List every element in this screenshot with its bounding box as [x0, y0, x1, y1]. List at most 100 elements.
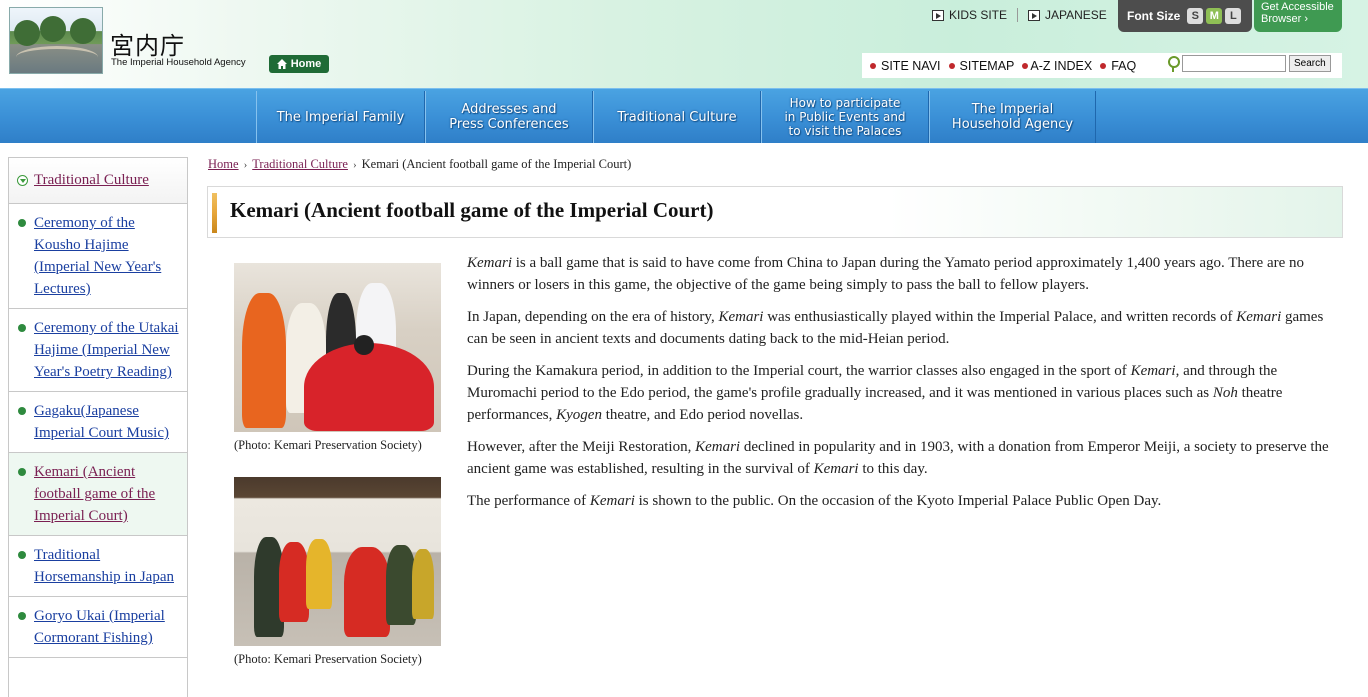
site-navi-link[interactable]: SITE NAVI [870, 59, 941, 73]
main-nav: The Imperial Family Addresses and Press … [0, 88, 1368, 143]
italic-term: Kemari [1130, 363, 1176, 379]
article-body: Kemari is a ball game that is said to ha… [467, 252, 1347, 522]
top-links: KIDS SITE JAPANESE [932, 8, 1107, 22]
italic-term: Kemari [589, 493, 635, 509]
tab-label: The Imperial Household Agency [951, 102, 1074, 132]
home-button[interactable]: Home [269, 55, 329, 73]
logo-photo[interactable] [9, 7, 103, 74]
sidebar-item-link[interactable]: Gagaku(Japanese Imperial Court Music) [34, 403, 169, 441]
italic-term: Kemari [695, 439, 741, 455]
sidebar-heading-link[interactable]: Traditional Culture [34, 172, 149, 189]
font-size-small-button[interactable]: S [1187, 8, 1204, 24]
text-run: is a ball game that is said to have come… [467, 255, 1305, 293]
tab-public-events[interactable]: How to participate in Public Events and … [761, 91, 929, 143]
japanese-link[interactable]: JAPANESE [1028, 8, 1107, 22]
text-run: was enthusiastically played within the I… [763, 309, 1237, 325]
font-size-label: Font Size [1127, 9, 1181, 23]
article-paragraph: In Japan, depending on the era of histor… [467, 306, 1347, 350]
tab-addresses-press[interactable]: Addresses and Press Conferences [425, 91, 593, 143]
italic-term: Kyogen [556, 407, 602, 423]
house-icon [276, 59, 287, 69]
sidebar-item-link[interactable]: Ceremony of the Kousho Hajime (Imperial … [34, 215, 161, 297]
italic-term: Kemari [718, 309, 764, 325]
kids-site-link[interactable]: KIDS SITE [932, 8, 1007, 22]
az-index-label: A-Z INDEX [1030, 58, 1093, 73]
search-input[interactable] [1182, 55, 1286, 72]
kemari-photo-2 [234, 477, 441, 646]
chevron-right-icon: › [243, 158, 248, 171]
text-run: is shown to the public. On the occasion … [634, 493, 1162, 509]
sidebar-item-link[interactable]: Goryo Ukai (Imperial Cormorant Fishing) [34, 608, 165, 646]
japanese-label: JAPANESE [1045, 8, 1107, 22]
bullet-icon [948, 62, 955, 69]
kids-site-label: KIDS SITE [949, 8, 1008, 22]
article-paragraph: During the Kamakura period, in addition … [467, 360, 1347, 426]
text-run: However, after the Meiji Restoration, [467, 439, 696, 455]
tab-label: The Imperial Family [276, 109, 405, 125]
sidebar-heading: Traditional Culture [9, 158, 187, 204]
search-area: Search [1167, 55, 1331, 72]
arrow-box-icon [932, 9, 944, 21]
home-button-label: Home [290, 58, 322, 70]
article-paragraph: The performance of Kemari is shown to th… [467, 490, 1347, 512]
font-size-large-button[interactable]: L [1225, 8, 1242, 24]
arrow-box-icon [1028, 9, 1041, 21]
italic-term: Kemari [467, 255, 512, 271]
bullet-icon [18, 324, 26, 332]
photo-caption-2: (Photo: Kemari Preservation Society) [234, 652, 422, 666]
divider [1017, 8, 1019, 22]
title-accent [212, 193, 217, 233]
search-icon [1167, 55, 1180, 72]
sidebar-item-utakai-hajime: Ceremony of the Utakai Hajime (Imperial … [9, 309, 187, 392]
bullet-icon [18, 219, 26, 227]
tab-label: Addresses and Press Conferences [449, 102, 569, 132]
logo-english[interactable]: The Imperial Household Agency [111, 57, 246, 68]
chevron-down-icon [17, 175, 28, 186]
sidebar-item-horsemanship: Traditional Horsemanship in Japan [9, 536, 187, 597]
sidebar-item-link[interactable]: Ceremony of the Utakai Hajime (Imperial … [34, 320, 179, 380]
font-size-medium-button[interactable]: M [1206, 8, 1223, 24]
tab-household-agency[interactable]: The Imperial Household Agency [929, 91, 1096, 143]
bullet-icon [18, 612, 26, 620]
text-run: During the Kamakura period, in addition … [467, 363, 1131, 379]
sidebar-item-goryo-ukai: Goryo Ukai (Imperial Cormorant Fishing) [9, 597, 187, 658]
faq-label: FAQ [1111, 58, 1137, 73]
page-title-bar: Kemari (Ancient football game of the Imp… [207, 186, 1343, 238]
site-navi-label: SITE NAVI [881, 58, 941, 73]
search-button[interactable]: Search [1289, 55, 1331, 72]
article-paragraph: Kemari is a ball game that is said to ha… [467, 252, 1347, 296]
tab-label: Traditional Culture [617, 109, 737, 125]
bullet-icon [18, 407, 26, 415]
tab-label: How to participate in Public Events and … [784, 96, 906, 138]
text-run: theatre, and Edo period novellas. [601, 407, 804, 423]
az-index-link[interactable]: A-Z INDEX [1022, 59, 1092, 73]
accessible-browser-button[interactable]: Get Accessible Browser › [1254, 0, 1342, 32]
logo-kanji[interactable]: 宮内庁 [110, 26, 185, 61]
italic-term: Noh [1212, 385, 1238, 401]
sidebar-item-link[interactable]: Traditional Horsemanship in Japan [34, 547, 174, 585]
bullet-icon [1022, 62, 1029, 69]
bullet-icon [1100, 62, 1107, 69]
utility-nav: SITE NAVI SITEMAP A-Z INDEX FAQ Search [862, 53, 1342, 78]
text-run: In Japan, depending on the era of histor… [467, 309, 719, 325]
faq-link[interactable]: FAQ [1100, 59, 1136, 73]
sidebar-item-link[interactable]: Kemari (Ancient football game of the Imp… [34, 464, 155, 524]
page-title: Kemari (Ancient football game of the Imp… [230, 198, 714, 222]
article-paragraph: However, after the Meiji Restoration, Ke… [467, 436, 1347, 480]
breadcrumb-current: Kemari (Ancient football game of the Imp… [361, 157, 632, 171]
italic-term: Kemari [813, 461, 859, 477]
accessible-line2: Browser › [1261, 13, 1309, 25]
tab-imperial-family[interactable]: The Imperial Family [256, 91, 425, 143]
breadcrumb-home[interactable]: Home [208, 157, 239, 172]
bullet-icon [18, 468, 26, 476]
site-header: 宮内庁 The Imperial Household Agency Home K… [0, 0, 1368, 88]
bullet-icon [18, 551, 26, 559]
text-run: to this day. [858, 461, 928, 477]
sitemap-label: SITEMAP [959, 58, 1015, 73]
breadcrumb: Home › Traditional Culture › Kemari (Anc… [208, 157, 631, 172]
text-run: The performance of [467, 493, 590, 509]
sidebar-item-kousho-hajime: Ceremony of the Kousho Hajime (Imperial … [9, 204, 187, 309]
breadcrumb-section[interactable]: Traditional Culture [252, 157, 348, 172]
sitemap-link[interactable]: SITEMAP [948, 58, 1015, 73]
tab-traditional-culture[interactable]: Traditional Culture [593, 91, 761, 143]
